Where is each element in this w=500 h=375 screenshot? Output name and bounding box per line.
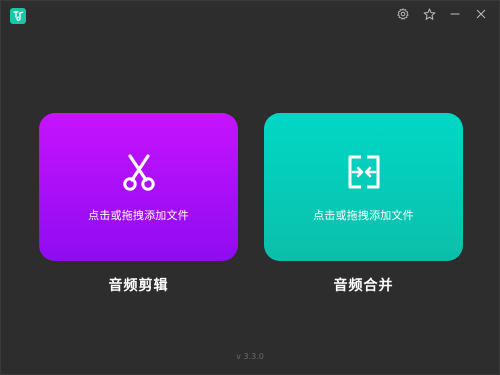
app-window: 点击或拖拽添加文件 音频剪辑 点击或拖拽添加文件 音频合并 v 3.3.0 [0,0,500,375]
star-icon [423,8,435,20]
audio-edit-label: 音频剪辑 [108,278,169,294]
window-controls [393,5,491,23]
audio-edit-hint: 点击或拖拽添加文件 [88,209,189,222]
audio-merge-card[interactable]: 点击或拖拽添加文件 [264,113,463,261]
scissors-icon [121,154,157,196]
minimize-icon [450,13,460,15]
favorite-button[interactable] [419,5,439,23]
audio-merge-label: 音频合并 [333,278,394,294]
close-icon [476,9,486,19]
minimize-button[interactable] [445,5,465,23]
app-logo-icon [10,8,26,24]
settings-button[interactable] [393,5,413,23]
gear-icon [397,8,409,20]
audio-edit-card[interactable]: 点击或拖拽添加文件 [39,113,238,261]
audio-merge-hint: 点击或拖拽添加文件 [313,209,414,222]
version-text: v 3.3.0 [236,352,264,361]
merge-icon [346,154,382,194]
close-button[interactable] [471,5,491,23]
